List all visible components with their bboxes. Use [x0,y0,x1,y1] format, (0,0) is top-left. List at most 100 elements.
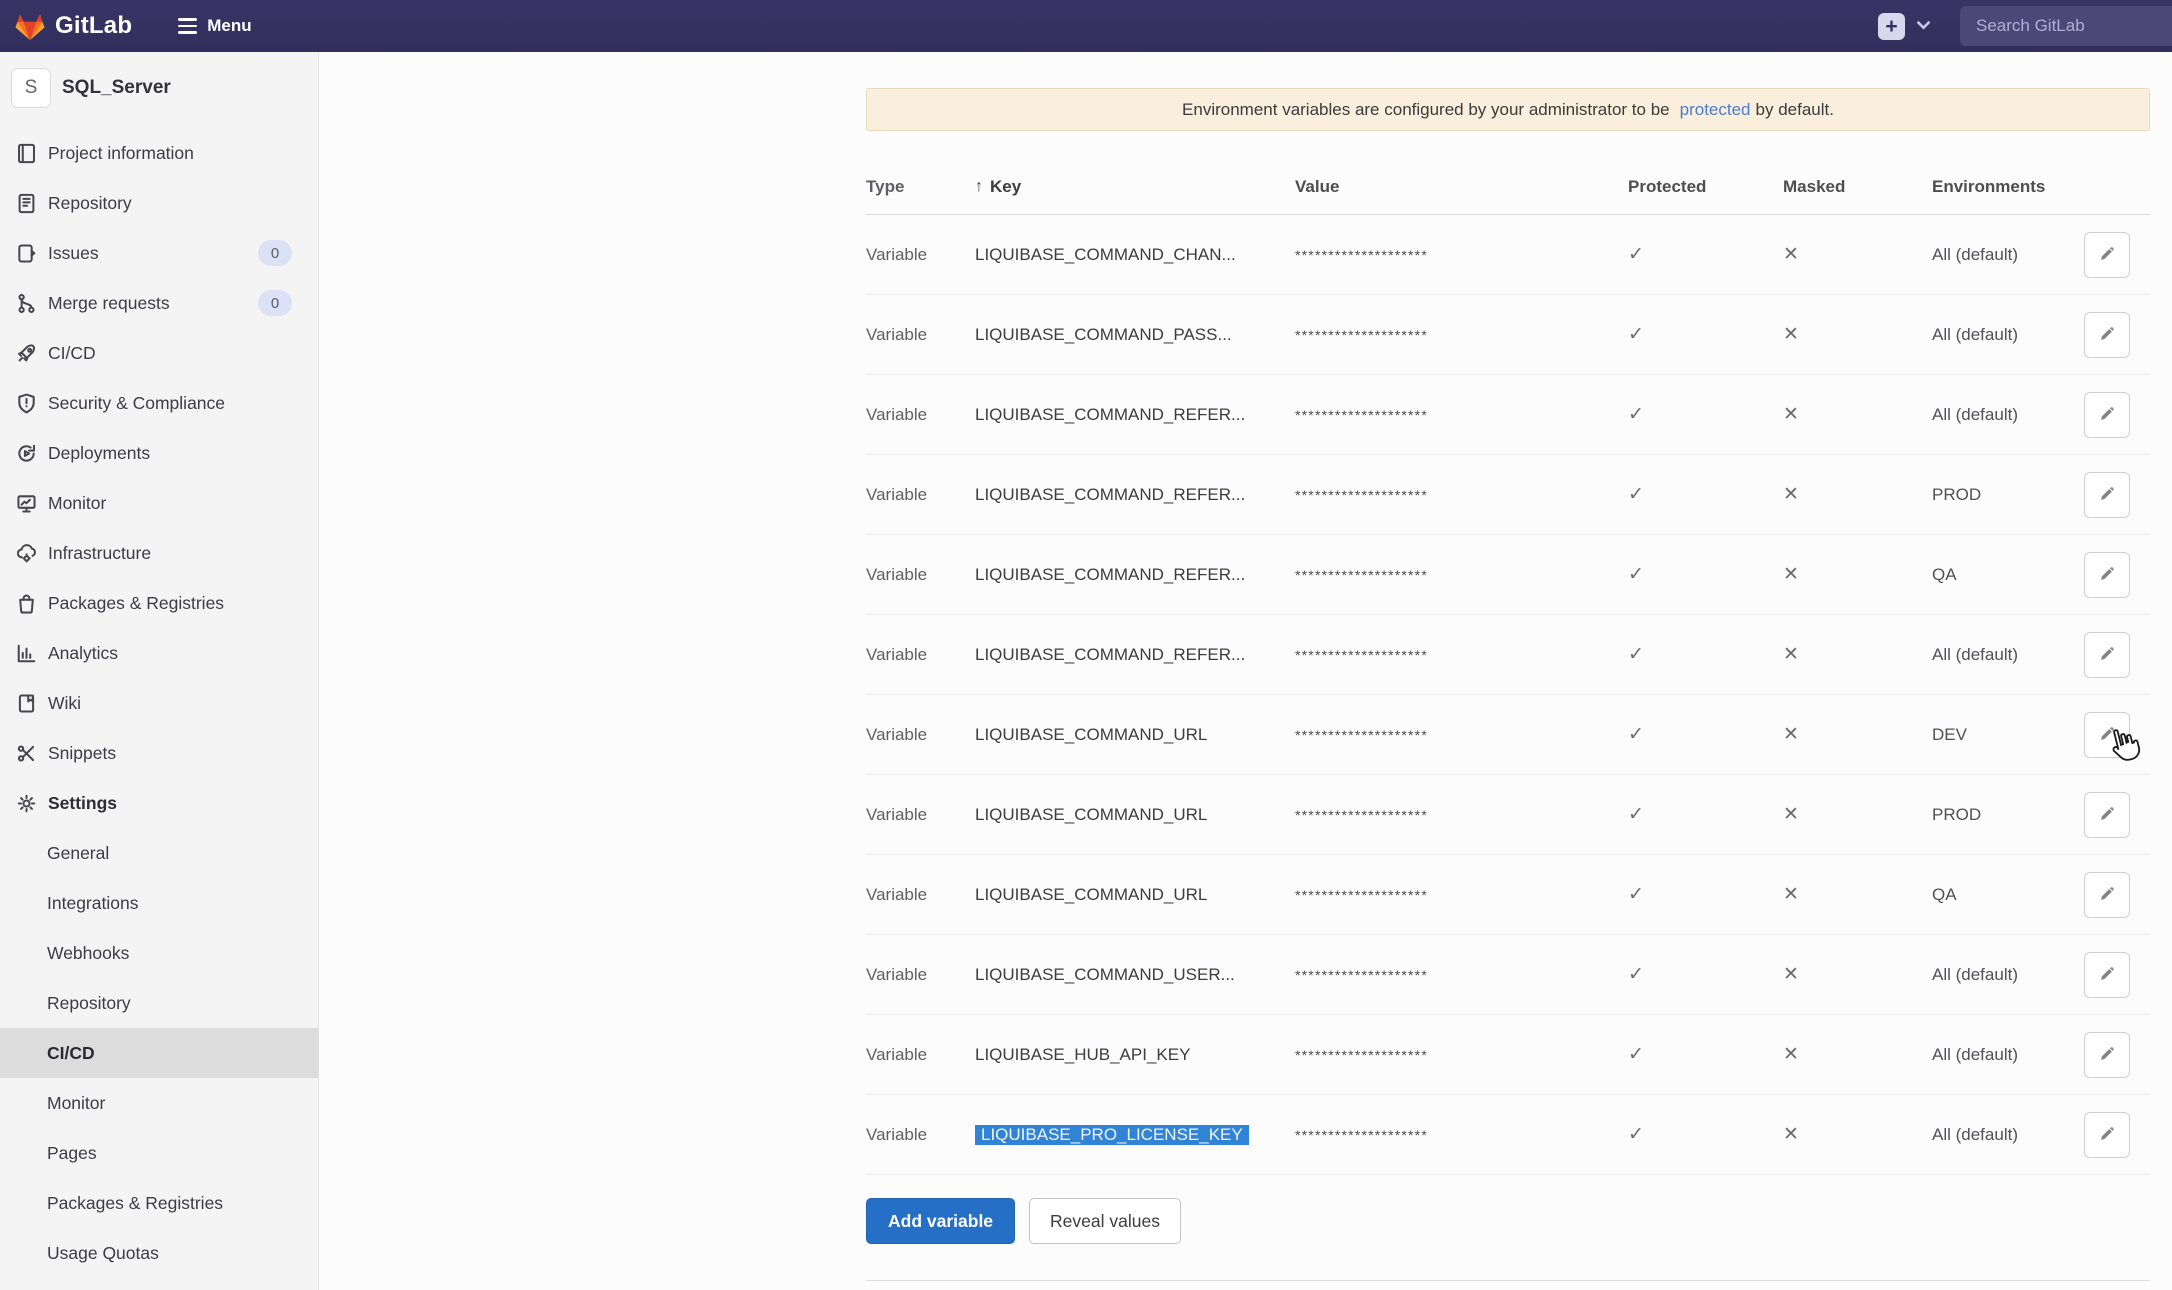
variable-key: LIQUIBASE_COMMAND_URL [975,805,1207,824]
edit-variable-button[interactable] [2084,312,2130,358]
sidebar-item-repository[interactable]: Repository [0,178,318,228]
variable-environment: DEV [1932,725,2082,745]
sidebar-item-issues[interactable]: Issues0 [0,228,318,278]
variable-environment: PROD [1932,485,2082,505]
masked-x-icon: ✕ [1783,723,1932,746]
sidebar-item-infrastructure[interactable]: Infrastructure [0,528,318,578]
variable-row: Variable LIQUIBASE_PRO_LICENSE_KEY *****… [866,1095,2150,1175]
sidebar-subitem-pages[interactable]: Pages [0,1128,318,1178]
sidebar-subitem-usage-quotas[interactable]: Usage Quotas [0,1228,318,1278]
variable-masked-value: ******************** [1295,1047,1628,1063]
variable-key: LIQUIBASE_HUB_API_KEY [975,1045,1190,1064]
sidebar-subitem-repository[interactable]: Repository [0,978,318,1028]
protected-check-icon: ✓ [1628,883,1783,906]
protected-check-icon: ✓ [1628,563,1783,586]
variable-masked-value: ******************** [1295,887,1628,903]
sidebar-subitem-general[interactable]: General [0,828,318,878]
variable-environment: QA [1932,885,2082,905]
search-input[interactable] [1960,16,2172,36]
edit-variable-button[interactable] [2084,632,2130,678]
sidebar-item-security-compliance[interactable]: Security & Compliance [0,378,318,428]
sidebar-item-ci-cd[interactable]: CI/CD [0,328,318,378]
pencil-icon [2097,883,2118,907]
protected-check-icon: ✓ [1628,323,1783,346]
variable-masked-value: ******************** [1295,647,1628,663]
protected-link[interactable]: protected [1680,100,1751,120]
sidebar-subitem-ci-cd[interactable]: CI/CD [0,1028,318,1078]
sidebar-item-monitor[interactable]: Monitor [0,478,318,528]
column-header-environments: Environments [1932,177,2082,197]
variable-row: Variable LIQUIBASE_COMMAND_PASS... *****… [866,295,2150,375]
count-badge: 0 [258,290,292,316]
edit-variable-button[interactable] [2084,1112,2130,1158]
column-header-type: Type [866,177,975,197]
gitlab-home-link[interactable]: GitLab [14,11,132,41]
plus-icon: + [1885,16,1897,37]
masked-x-icon: ✕ [1783,643,1932,666]
variable-key: LIQUIBASE_COMMAND_URL [975,725,1207,744]
sidebar-subitem-webhooks[interactable]: Webhooks [0,928,318,978]
edit-variable-button[interactable] [2084,792,2130,838]
pencil-icon [2097,723,2118,747]
sidebar-item-label: Infrastructure [48,543,151,564]
variable-environment: All (default) [1932,325,2082,345]
sidebar-subitem-packages-registries[interactable]: Packages & Registries [0,1178,318,1228]
sidebar-item-packages-registries[interactable]: Packages & Registries [0,578,318,628]
cloud-gear-icon [14,541,38,565]
edit-variable-button[interactable] [2084,1032,2130,1078]
edit-variable-button[interactable] [2084,712,2130,758]
sort-ascending-icon: ↑ [975,178,983,196]
chart-icon [14,641,38,665]
edit-variable-button[interactable] [2084,392,2130,438]
edit-variable-button[interactable] [2084,472,2130,518]
protected-check-icon: ✓ [1628,1123,1783,1146]
edit-variable-button[interactable] [2084,232,2130,278]
column-header-key-sort[interactable]: ↑ Key [975,177,1295,197]
sidebar-item-label: Repository [48,193,132,214]
masked-x-icon: ✕ [1783,803,1932,826]
variable-row: Variable LIQUIBASE_COMMAND_REFER... ****… [866,535,2150,615]
variables-table-body: Variable LIQUIBASE_COMMAND_CHAN... *****… [866,215,2150,1175]
sidebar-item-snippets[interactable]: Snippets [0,728,318,778]
gear-icon [14,791,38,815]
sidebar-project-link[interactable]: S SQL_Server [0,62,318,114]
pencil-icon [2097,1043,2118,1067]
sidebar-item-project-information[interactable]: Project information [0,128,318,178]
wiki-icon [14,691,38,715]
edit-variable-button[interactable] [2084,952,2130,998]
variable-masked-value: ******************** [1295,487,1628,503]
sidebar-item-settings[interactable]: Settings [0,778,318,828]
protected-check-icon: ✓ [1628,1043,1783,1066]
variable-row: Variable LIQUIBASE_HUB_API_KEY *********… [866,1015,2150,1095]
sidebar-item-label: Analytics [48,643,118,664]
variable-environment: All (default) [1932,1045,2082,1065]
sidebar-item-deployments[interactable]: Deployments [0,428,318,478]
variable-key: LIQUIBASE_COMMAND_REFER... [975,645,1245,664]
new-item-button[interactable]: + [1878,13,1905,40]
brand-wordmark: GitLab [55,12,132,40]
monitor-icon [14,491,38,515]
sidebar-subitem-monitor[interactable]: Monitor [0,1078,318,1128]
hamburger-icon [178,18,197,34]
variable-key: LIQUIBASE_COMMAND_REFER... [975,565,1245,584]
add-variable-button[interactable]: Add variable [866,1198,1015,1244]
new-item-dropdown-caret[interactable] [1917,17,1930,35]
sidebar-subitem-integrations[interactable]: Integrations [0,878,318,928]
sidebar-item-analytics[interactable]: Analytics [0,628,318,678]
project-information-icon [14,141,38,165]
sidebar-item-label: CI/CD [48,343,96,364]
variable-row: Variable LIQUIBASE_COMMAND_REFER... ****… [866,375,2150,455]
edit-variable-button[interactable] [2084,552,2130,598]
variable-type: Variable [866,645,975,665]
variable-masked-value: ******************** [1295,407,1628,423]
edit-variable-button[interactable] [2084,872,2130,918]
sidebar-item-wiki[interactable]: Wiki [0,678,318,728]
menu-button[interactable]: Menu [178,16,251,36]
reveal-values-button[interactable]: Reveal values [1029,1198,1181,1244]
masked-x-icon: ✕ [1783,883,1932,906]
pencil-icon [2097,963,2118,987]
variable-row: Variable LIQUIBASE_COMMAND_REFER... ****… [866,455,2150,535]
sidebar-item-merge-requests[interactable]: Merge requests0 [0,278,318,328]
protected-check-icon: ✓ [1628,723,1783,746]
banner-text: Environment variables are configured by … [1182,100,1670,120]
